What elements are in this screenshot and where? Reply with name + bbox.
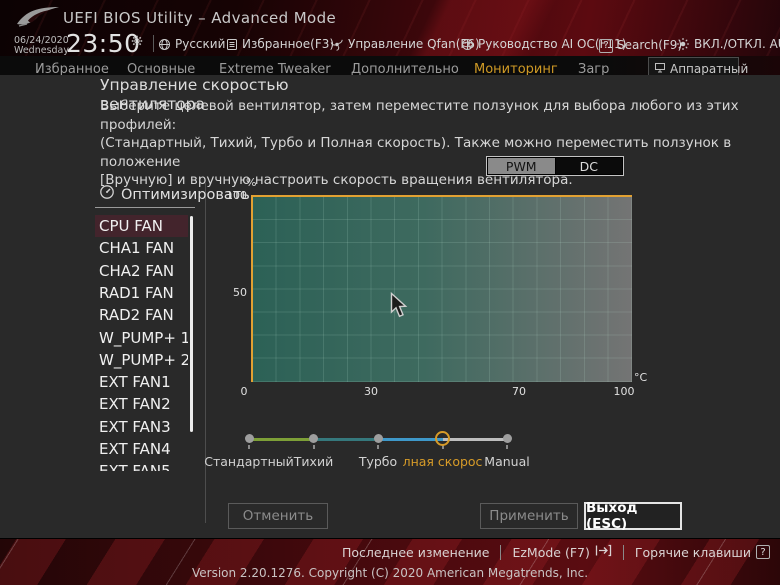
slider-track-segment: [313, 438, 378, 441]
fan-list-scrollbar[interactable]: [190, 216, 193, 432]
apply-button[interactable]: Применить: [480, 503, 578, 529]
slider-stop-tick: [248, 445, 250, 449]
time-display: 23:50: [66, 29, 141, 58]
x-tick-100: 100: [613, 385, 635, 398]
menu-item-label: Управление Qfan(F6): [348, 37, 480, 51]
footer-separator: [622, 544, 624, 560]
question-icon: ?: [756, 545, 770, 559]
slider-stop-dot[interactable]: [309, 434, 318, 443]
slider-stop-tick: [312, 445, 315, 449]
version-text: Version 2.20.1276. Copyright (C) 2020 Am…: [191, 566, 589, 580]
question-icon: ?: [599, 37, 613, 53]
fan-list-item[interactable]: RAD1 FAN: [95, 282, 188, 304]
app-title: UEFI BIOS Utility – Advanced Mode: [63, 9, 337, 27]
fan-list: CPU FAN CHA1 FAN CHA2 FAN RAD1 FAN RAD2 FAN W…: [95, 215, 188, 471]
ezmode-exit-icon: [595, 544, 612, 560]
ezmode-label: EzMode (F7): [512, 544, 590, 560]
slider-track-segment: [442, 438, 507, 441]
fan-list-item[interactable]: W_PUMP+ 2: [95, 349, 188, 371]
fan-list-item[interactable]: EXT FAN3: [95, 416, 188, 438]
dialog-title: Управление скоростью вентилятора: [100, 76, 289, 113]
favorites-icon: [226, 38, 238, 51]
slider-stop-tick: [506, 445, 508, 449]
slider-track-segment: [378, 438, 443, 441]
slider-stop-dot[interactable]: [373, 434, 383, 443]
fan-list-item[interactable]: CHA2 FAN: [95, 260, 188, 282]
slider-stop-tick: [377, 445, 379, 449]
date-display: 06/24/2020 Wednesday: [14, 36, 69, 56]
fan-list-item[interactable]: CPU FAN: [95, 215, 188, 237]
fan-list-item[interactable]: EXT FAN2: [95, 393, 188, 415]
menu-item-4[interactable]: ? Search(F9): [599, 37, 682, 53]
fan-list-item[interactable]: CHA1 FAN: [95, 237, 188, 259]
x-tick-30: 30: [364, 385, 378, 398]
menu-item-label: Избранное(F3): [242, 37, 335, 51]
bios-screen: UEFI BIOS Utility – Advanced Mode 06/24/…: [0, 0, 780, 585]
menu-item-5[interactable]: ВКЛ./ОТКЛ. AURA(: [676, 37, 780, 51]
time-settings-gear-icon[interactable]: [131, 32, 143, 51]
profile-label: Manual: [484, 454, 530, 469]
qfan-icon: [330, 38, 344, 51]
fan-curve-plot[interactable]: [251, 195, 632, 382]
hardware-monitor-label: Аппаратный: [670, 62, 749, 76]
header-bar: UEFI BIOS Utility – Advanced Mode 06/24/…: [0, 0, 780, 58]
last-modified-button[interactable]: Последнее изменение: [342, 545, 490, 560]
slider-track-segment: [249, 438, 314, 441]
footer-bar: Последнее изменение EzMode (F7) Горячие …: [0, 538, 780, 585]
panel-divider: [205, 183, 206, 523]
header-separator: [153, 35, 154, 52]
slider-handle-selected[interactable]: [435, 431, 450, 446]
slider-stop-dot[interactable]: [244, 434, 254, 443]
x-tick-0: 0: [240, 385, 248, 398]
fan-list-separator: [95, 207, 195, 208]
menu-item-label: Русский: [175, 37, 226, 51]
hotkeys-button[interactable]: Горячие клавиши ?: [635, 545, 770, 560]
cancel-button[interactable]: Отменить: [228, 503, 328, 529]
qfan-control-dialog: Управление скоростью вентилятора Выберит…: [0, 75, 780, 538]
fan-list-item[interactable]: RAD2 FAN: [95, 304, 188, 326]
ezmode-button[interactable]: EzMode (F7): [512, 544, 611, 560]
fan-list-item[interactable]: EXT FAN5: [95, 460, 188, 471]
slider-stop-dot[interactable]: [502, 434, 512, 443]
weekday-value: Wednesday: [14, 45, 70, 56]
fan-list-item[interactable]: W_PUMP+ 1: [95, 327, 188, 349]
aura-icon: [676, 37, 690, 51]
menu-item-0[interactable]: Русский: [158, 37, 225, 51]
y-tick-50: 50: [233, 286, 247, 299]
fan-list-item[interactable]: EXT FAN1: [95, 371, 188, 393]
menu-item-2[interactable]: Управление Qfan(F6): [330, 37, 480, 51]
exit-button[interactable]: Выход (ESC): [584, 500, 682, 532]
fan-list-item[interactable]: EXT FAN4: [95, 438, 188, 460]
hotkeys-label: Горячие клавиши: [634, 544, 751, 560]
monitor-icon: [654, 62, 666, 76]
ai-oc-icon: [461, 38, 474, 51]
menu-item-label: Search(F9): [617, 37, 683, 52]
menu-item-1[interactable]: Избранное(F3): [226, 37, 334, 51]
mouse-cursor: [390, 292, 408, 318]
x-axis-unit: °C: [634, 371, 648, 384]
globe-icon: [158, 38, 171, 51]
footer-separator: [500, 544, 502, 560]
footer-actions: Последнее изменение EzMode (F7) Горячие …: [342, 544, 770, 560]
x-tick-70: 70: [512, 385, 526, 398]
menu-item-label: ВКЛ./ОТКЛ. AURA(: [694, 37, 780, 51]
rog-logo-icon: [17, 7, 59, 27]
